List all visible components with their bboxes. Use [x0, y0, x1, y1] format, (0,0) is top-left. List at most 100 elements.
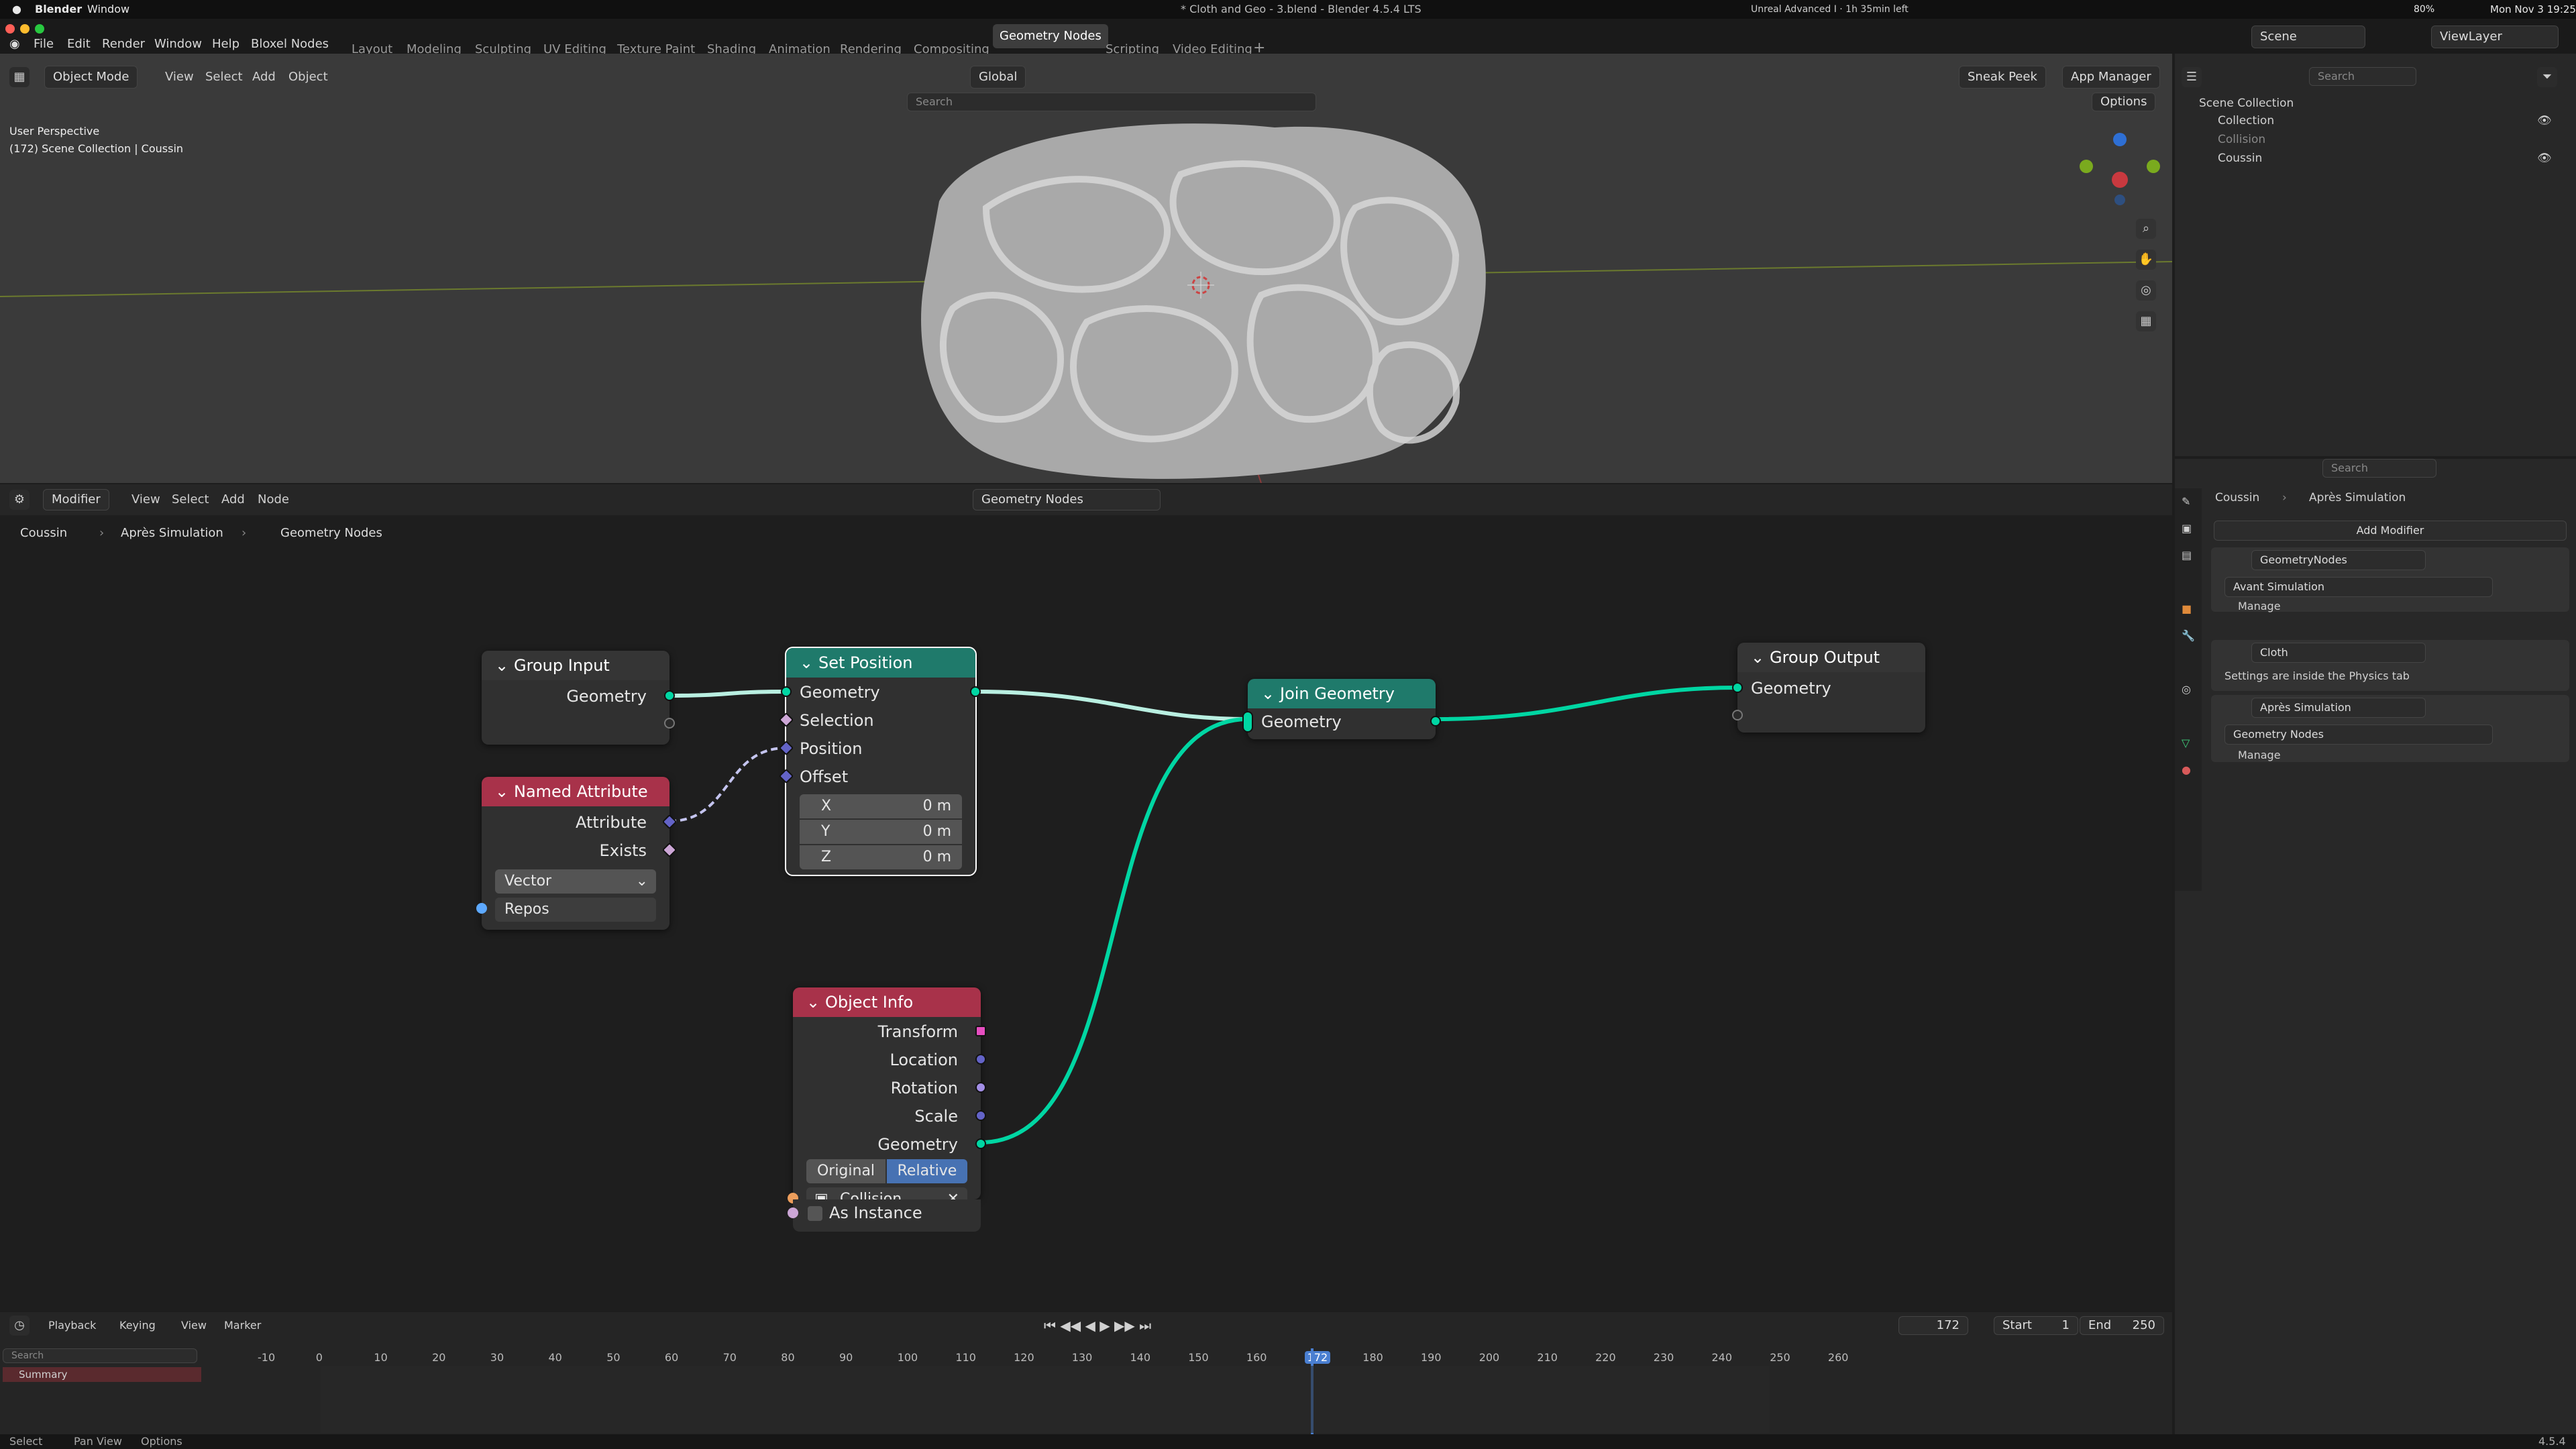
data-type-dropdown[interactable]: Vector ⌄ — [495, 869, 656, 894]
join-geometry-node[interactable]: ⌄ Join Geometry Geometry — [1242, 679, 1441, 739]
clock[interactable]: Mon Nov 3 19:25 — [2490, 0, 2576, 19]
view-layer-selector[interactable]: ViewLayer — [2431, 25, 2559, 48]
timeline-tick-label: 210 — [1537, 1351, 1558, 1364]
timeline-tick-label: 190 — [1421, 1351, 1442, 1364]
modifier-name-field[interactable]: GeometryNodes — [2251, 550, 2426, 570]
as-instance-checkbox[interactable] — [808, 1206, 822, 1221]
input-socket-empty[interactable] — [1732, 710, 1743, 720]
modifier-name-field[interactable]: Après Simulation — [2251, 698, 2426, 718]
input-socket-geometry-multi[interactable] — [1242, 711, 1253, 733]
node-group-field[interactable]: Geometry Nodes — [2224, 724, 2493, 745]
start-frame-field[interactable]: Start 1 — [1994, 1316, 2078, 1335]
output-socket-location[interactable] — [975, 1054, 986, 1065]
timeline-ruler[interactable]: -10 0 10 20 30 40 50 60 70 80 90 100 110 120 130 140 150… — [0, 1351, 2172, 1367]
filter-icon[interactable]: ⏷ — [2537, 67, 2557, 87]
visibility-eye-icon[interactable]: 👁 — [2537, 114, 2552, 127]
group-input-node[interactable]: ⌄ Group Input Geometry — [482, 651, 675, 745]
window-menu[interactable]: Window — [87, 0, 129, 19]
output-socket-transform[interactable] — [975, 1026, 986, 1036]
output-tab-icon[interactable]: ▤ — [2182, 549, 2192, 561]
output-socket-geometry[interactable] — [970, 686, 981, 697]
add-modifier-button[interactable]: Add Modifier — [2214, 521, 2567, 541]
collapse-chevron-icon[interactable]: ⌄ — [1751, 643, 1764, 672]
collapse-chevron-icon[interactable]: ⌄ — [495, 777, 508, 806]
output-socket-geometry[interactable] — [975, 1138, 986, 1149]
collapse-chevron-icon[interactable]: ⌄ — [1261, 679, 1275, 708]
manage-panel-toggle[interactable]: Manage — [2238, 600, 2281, 612]
offset-z-field[interactable]: Z0 m — [800, 845, 962, 869]
timeline-menu-keying[interactable]: Keying — [119, 1312, 156, 1339]
data-tab-icon[interactable]: ▽ — [2182, 737, 2190, 749]
offset-x-field[interactable]: X0 m — [800, 794, 962, 818]
outliner-item-collision[interactable]: Collision — [2218, 133, 2265, 146]
collapse-chevron-icon[interactable]: ⌄ — [495, 651, 508, 680]
outliner-item-scene-collection[interactable]: Scene Collection — [2199, 97, 2294, 110]
group-output-node[interactable]: ⌄ Group Output Geometry — [1732, 643, 1925, 733]
app-name[interactable]: Blender — [35, 0, 82, 19]
timeline-tick-label: 30 — [490, 1351, 504, 1364]
input-socket-geometry[interactable] — [1732, 682, 1743, 693]
end-frame-field[interactable]: End 250 — [2080, 1316, 2164, 1335]
input-socket-geometry[interactable] — [781, 686, 792, 697]
object-info-node[interactable]: ⌄ Object Info Transform Location Rotation… — [788, 987, 986, 1212]
node-editor[interactable]: ⚙ Modifier View Select Add Node Geometry… — [0, 484, 2172, 1311]
outliner-item-collection[interactable]: Collection — [2218, 114, 2274, 127]
physics-tab-icon[interactable]: ◎ — [2182, 683, 2191, 696]
current-frame-field[interactable]: 172 — [1898, 1316, 1968, 1335]
object-tab-icon[interactable]: ■ — [2182, 602, 2192, 615]
outliner-editor-icon[interactable]: ☰ — [2182, 67, 2202, 87]
battery-app-status[interactable]: Unreal Advanced I · 1h 35min left — [1751, 0, 1909, 19]
input-socket-name[interactable] — [476, 903, 487, 914]
timeline-menu-playback[interactable]: Playback — [48, 1312, 96, 1339]
render-tab-icon[interactable]: ▣ — [2182, 522, 2192, 535]
minimize-window-button[interactable] — [20, 24, 30, 34]
timeline[interactable]: ◷ Playback Keying View Marker ⏮ ◀◀ ◀ ▶ ▶… — [0, 1312, 2172, 1434]
output-socket-geometry[interactable] — [664, 690, 675, 701]
modifier-tab-icon[interactable]: 🔧 — [2182, 629, 2195, 642]
3d-viewport[interactable]: ▦ Object Mode View Select Add Object Glo… — [0, 54, 2172, 483]
timeline-menu-marker[interactable]: Marker — [224, 1312, 261, 1339]
manage-panel-toggle[interactable]: Manage — [2238, 749, 2281, 761]
named-attribute-node[interactable]: ⌄ Named Attribute Attribute Exists Vector… — [476, 777, 678, 930]
mode-original-button[interactable]: Original — [806, 1159, 885, 1183]
scene-selector[interactable]: Scene — [2251, 25, 2365, 48]
playback-controls-icon[interactable]: ⏮ ◀◀ ◀ ▶ ▶▶ ⏭ — [1044, 1312, 1151, 1339]
mode-relative-button[interactable]: Relative — [887, 1159, 967, 1183]
output-socket-geometry[interactable] — [1430, 716, 1441, 727]
node-title: Group Input — [514, 656, 610, 675]
timeline-tick-label: 220 — [1595, 1351, 1616, 1364]
tool-tab-icon[interactable]: ✎ — [2182, 495, 2190, 508]
keyframe-area[interactable] — [321, 1366, 1770, 1433]
camera-view-icon[interactable]: ◎ — [2136, 280, 2156, 301]
set-position-node[interactable]: ⌄ Set Position Geometry Selection Positio… — [778, 647, 981, 876]
tab-geometry-nodes[interactable]: Geometry Nodes — [993, 24, 1108, 48]
visibility-eye-icon[interactable]: 👁 — [2537, 152, 2552, 165]
offset-y-field[interactable]: Y0 m — [800, 820, 962, 844]
timeline-tick-label: 140 — [1130, 1351, 1151, 1364]
ortho-grid-icon[interactable]: ▦ — [2136, 311, 2156, 331]
timeline-tick-label: 130 — [1071, 1351, 1093, 1364]
timeline-menu-view[interactable]: View — [181, 1312, 207, 1339]
node-title: Object Info — [825, 993, 914, 1012]
attribute-name-field[interactable]: Repos — [495, 898, 656, 922]
apple-icon[interactable]: ● — [12, 0, 21, 19]
output-socket-rotation[interactable] — [975, 1082, 986, 1093]
timeline-tick-label: 50 — [606, 1351, 621, 1364]
timeline-editor-icon[interactable]: ◷ — [9, 1316, 30, 1336]
pan-hand-icon[interactable]: ✋ — [2136, 250, 2156, 270]
collapse-chevron-icon[interactable]: ⌄ — [806, 987, 820, 1017]
battery-percent[interactable]: 80% — [2414, 0, 2434, 19]
output-socket-empty[interactable] — [664, 718, 675, 729]
outliner-item-coussin[interactable]: Coussin — [2218, 152, 2262, 165]
material-tab-icon[interactable]: ● — [2182, 763, 2191, 776]
zoom-icon[interactable]: ⌕ — [2136, 219, 2156, 239]
input-socket-as-instance[interactable] — [788, 1208, 798, 1218]
properties-search-input[interactable]: Search — [2322, 459, 2436, 478]
socket-label-transform: Transform — [877, 1022, 958, 1041]
output-socket-scale[interactable] — [975, 1110, 986, 1121]
summary-channel[interactable]: Summary — [3, 1367, 201, 1382]
collapse-chevron-icon[interactable]: ⌄ — [800, 648, 813, 678]
node-group-field[interactable]: Avant Simulation — [2224, 577, 2493, 597]
outliner-search-input[interactable]: Search — [2309, 67, 2416, 86]
modifier-name-field[interactable]: Cloth — [2251, 643, 2426, 663]
